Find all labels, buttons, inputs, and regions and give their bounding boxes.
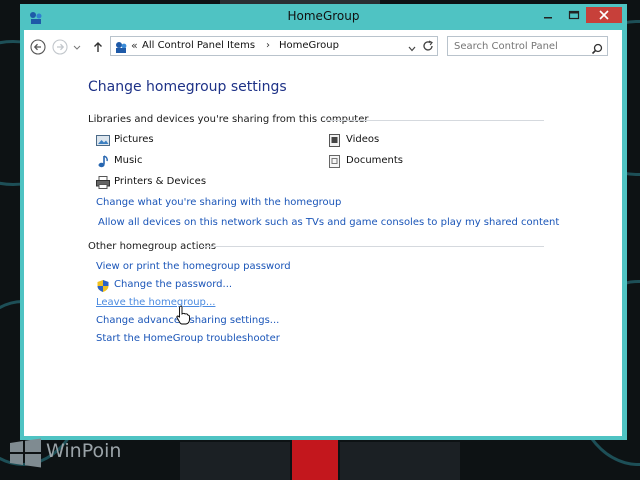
history-dropdown[interactable] bbox=[72, 39, 82, 55]
search-box[interactable] bbox=[447, 36, 608, 56]
homegroup-window: HomeGroup « All Control Panel Items › Ho… bbox=[20, 4, 627, 440]
section-divider bbox=[200, 246, 544, 247]
forward-button[interactable] bbox=[52, 39, 68, 55]
navigation-bar: « All Control Panel Items › HomeGroup bbox=[24, 30, 622, 63]
allow-devices-link[interactable]: Allow all devices on this network such a… bbox=[98, 217, 559, 228]
homegroup-troubleshooter-link[interactable]: Start the HomeGroup troubleshooter bbox=[96, 333, 280, 344]
forward-arrow-icon bbox=[52, 39, 68, 55]
watermark-text: WinPoin bbox=[46, 440, 122, 462]
leave-homegroup-link[interactable]: Leave the homegroup... bbox=[96, 297, 215, 308]
close-button[interactable] bbox=[586, 7, 622, 23]
maximize-button[interactable] bbox=[561, 7, 587, 25]
main-content: Change homegroup settings Libraries and … bbox=[88, 79, 560, 344]
address-dropdown[interactable] bbox=[407, 40, 417, 52]
close-icon bbox=[599, 10, 609, 20]
title-bar[interactable]: HomeGroup bbox=[20, 4, 627, 30]
breadcrumb-homegroup[interactable]: HomeGroup bbox=[279, 40, 339, 51]
other-actions-section-title: Other homegroup actions bbox=[88, 241, 217, 252]
view-print-password-link[interactable]: View or print the homegroup password bbox=[96, 261, 291, 272]
change-password-link[interactable]: Change the password... bbox=[114, 279, 232, 290]
music-icon bbox=[96, 155, 110, 168]
change-sharing-link[interactable]: Change what you're sharing with the home… bbox=[96, 197, 341, 208]
page-title: Change homegroup settings bbox=[88, 79, 287, 95]
window-client-area: « All Control Panel Items › HomeGroup Ch… bbox=[24, 30, 622, 436]
refresh-button[interactable] bbox=[420, 38, 436, 54]
refresh-icon bbox=[423, 40, 433, 51]
back-arrow-icon bbox=[30, 39, 46, 55]
videos-icon bbox=[328, 134, 342, 147]
breadcrumb-separator[interactable]: › bbox=[266, 40, 270, 51]
minimize-button[interactable] bbox=[535, 7, 561, 25]
search-icon[interactable] bbox=[591, 40, 603, 55]
chevron-down-icon bbox=[408, 46, 416, 52]
breadcrumb-overflow[interactable]: « bbox=[131, 39, 138, 52]
homegroup-location-icon bbox=[114, 39, 128, 53]
pictures-icon bbox=[96, 134, 110, 147]
search-input[interactable] bbox=[448, 37, 594, 55]
up-arrow-icon bbox=[94, 42, 102, 52]
up-button[interactable] bbox=[90, 39, 106, 55]
uac-shield-icon bbox=[96, 278, 110, 292]
breadcrumb-all-control-panel-items[interactable]: All Control Panel Items bbox=[142, 40, 255, 51]
section-divider bbox=[324, 120, 544, 121]
back-button[interactable] bbox=[30, 39, 46, 55]
printer-icon bbox=[96, 176, 110, 189]
documents-icon bbox=[328, 155, 342, 168]
address-bar[interactable]: « All Control Panel Items › HomeGroup bbox=[110, 36, 438, 56]
hand-cursor-icon bbox=[176, 305, 190, 325]
windows-logo-icon bbox=[10, 438, 41, 468]
